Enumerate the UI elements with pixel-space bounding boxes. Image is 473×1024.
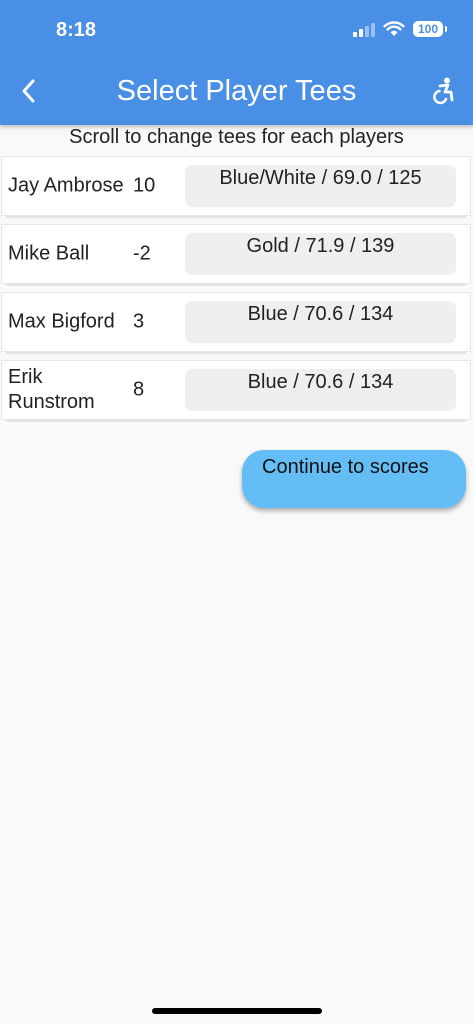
player-row: Jay Ambrose 10 Blue/White / 69.0 / 125 [1, 156, 471, 218]
continue-to-scores-button[interactable]: Continue to scores [242, 450, 466, 508]
status-icons: 100 [353, 21, 447, 37]
tee-selector[interactable]: Blue/White / 69.0 / 125 [185, 165, 456, 207]
screen: 8:18 100 Select Player Tees Scroll to ch… [0, 0, 473, 1024]
player-row: Mike Ball -2 Gold / 71.9 / 139 [1, 224, 471, 286]
battery-icon: 100 [413, 21, 447, 37]
instruction-text: Scroll to change tees for each players [69, 126, 404, 148]
player-name: Max Bigford [8, 310, 115, 333]
accessibility-icon [433, 77, 454, 105]
tee-selector[interactable]: Blue / 70.6 / 134 [185, 369, 456, 411]
player-name: Mike Ball [8, 242, 90, 265]
player-handicap: 8 [133, 378, 145, 401]
player-row: Max Bigford 3 Blue / 70.6 / 134 [1, 292, 471, 354]
home-indicator[interactable] [152, 1008, 322, 1014]
player-handicap: 3 [133, 310, 145, 333]
cellular-signal-icon [353, 21, 375, 37]
wifi-icon [383, 21, 405, 36]
tee-selector[interactable]: Blue / 70.6 / 134 [185, 301, 456, 343]
player-list: Jay Ambrose 10 Blue/White / 69.0 / 125 M… [1, 156, 471, 428]
tee-selector[interactable]: Gold / 71.9 / 139 [185, 233, 456, 275]
player-row: Erik Runstrom 8 Blue / 70.6 / 134 [1, 360, 471, 422]
app-bar: 8:18 100 Select Player Tees [0, 0, 473, 125]
accessibility-button[interactable] [427, 74, 461, 108]
page-title: Select Player Tees [116, 75, 357, 107]
player-name: Jay Ambrose [8, 174, 124, 197]
player-handicap: -2 [133, 242, 151, 265]
player-name: Erik Runstrom [8, 366, 95, 413]
player-handicap: 10 [133, 174, 156, 197]
status-time: 8:18 [56, 19, 97, 41]
